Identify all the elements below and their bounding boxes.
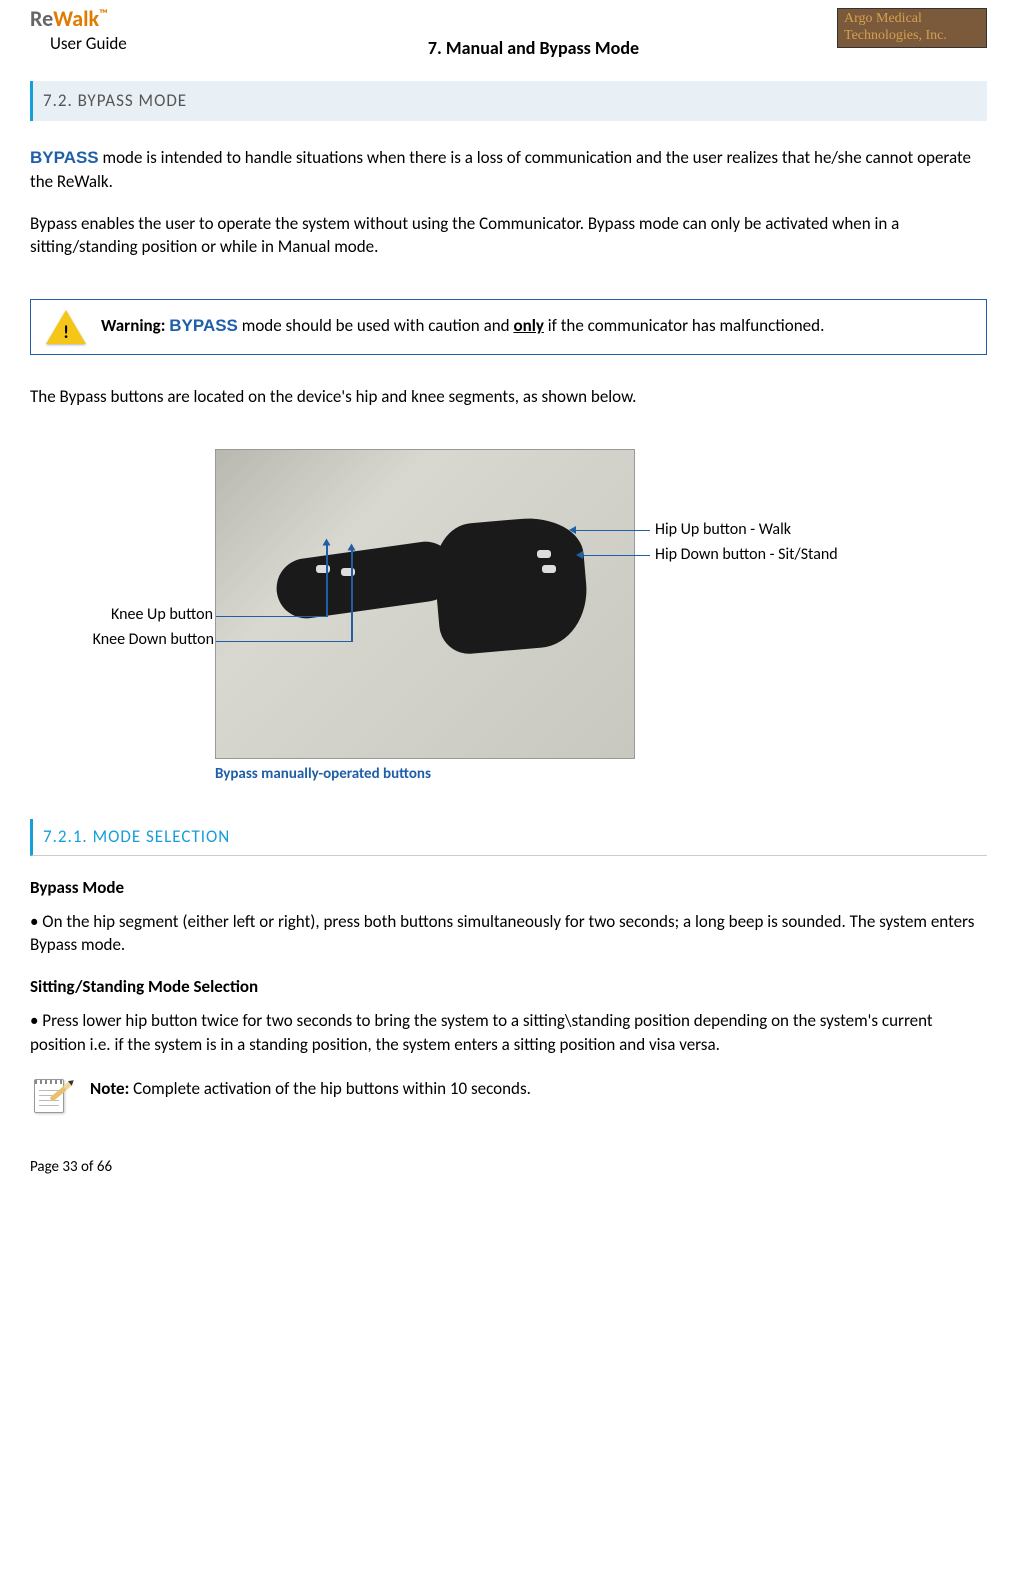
company-line1: Argo Medical [844,11,980,28]
section-7-2-heading: 7.2. BYPASS MODE [30,81,987,121]
section-7-2-1-heading: 7.2.1. MODE SELECTION [30,819,987,856]
note-icon [30,1077,70,1117]
warning-mid: mode should be used with caution and [238,315,514,336]
line-hip-down [582,555,650,557]
company-line2: Technologies, Inc. [844,28,980,45]
warning-text: Warning: BYPASS mode should be used with… [101,300,986,354]
warning-icon [46,310,86,344]
warning-bypass: BYPASS [169,316,238,335]
line-knee-down-v [351,549,353,642]
rewalk-logo: ReWalk™ [30,8,230,30]
page-header: ReWalk™ User Guide 7. Manual and Bypass … [30,0,987,61]
knee-button-dot-2 [341,568,355,576]
sitstand-text: • Press lower hip button twice for two s… [30,1009,987,1057]
line-knee-down-h [216,641,351,643]
note-body: Complete activation of the hip buttons w… [133,1078,531,1099]
warning-only: only [513,315,544,336]
arrow-hip-up [569,526,576,534]
logo-text-walk: Walk [53,5,99,32]
warning-label: Warning: [101,315,169,336]
bypass-mode-subhead: Bypass Mode [30,876,987,900]
note-row: Note: Complete activation of the hip but… [30,1077,987,1117]
warning-end: if the communicator has malfunctioned. [544,315,824,336]
arrow-knee-up [323,538,331,545]
arrow-hip-down [576,551,583,559]
paragraph-1: BYPASS mode is intended to handle situat… [30,146,987,194]
note-label: Note: [90,1078,133,1099]
knee-segment [273,538,460,622]
callout-hip-up: Hip Up button - Walk [655,519,791,541]
warning-icon-cell [31,300,101,354]
note-text: Note: Complete activation of the hip but… [90,1077,531,1101]
device-body [256,490,596,690]
figure-caption: Bypass manually-operated buttons [215,764,431,785]
warning-box: Warning: BYPASS mode should be used with… [30,299,987,355]
callout-knee-down: Knee Down button [64,629,214,651]
callout-knee-up: Knee Up button [78,604,213,626]
logo-text-re: Re [30,5,53,32]
paragraph-3: The Bypass buttons are located on the de… [30,385,987,409]
line-hip-up [575,530,650,532]
line-knee-up-h [216,616,326,618]
bypass-mode-text: • On the hip segment (either left or rig… [30,910,987,958]
chapter-title: 7. Manual and Bypass Mode [230,8,837,61]
hip-segment [431,514,592,657]
knee-button-dot-1 [316,565,330,573]
hip-button-dot-2 [542,565,556,573]
page-footer: Page 33 of 66 [30,1157,987,1178]
sitstand-subhead: Sitting/Standing Mode Selection [30,975,987,999]
hip-button-dot-1 [537,550,551,558]
arrow-knee-down [348,543,356,550]
device-photo [215,449,635,759]
user-guide-label: User Guide [50,32,230,56]
header-left: ReWalk™ User Guide [30,8,230,56]
para1-rest: mode is intended to handle situations wh… [30,147,971,192]
company-box: Argo Medical Technologies, Inc. [837,8,987,48]
figure-area: Knee Up button Knee Down button Hip Up b… [30,449,987,789]
line-knee-up-v [326,544,328,617]
paragraph-2: Bypass enables the user to operate the s… [30,212,987,260]
company-badge: Argo Medical Technologies, Inc. [837,8,987,48]
logo-tm: ™ [99,8,108,22]
callout-hip-down: Hip Down button - Sit/Stand [655,544,838,566]
bypass-keyword: BYPASS [30,148,99,167]
